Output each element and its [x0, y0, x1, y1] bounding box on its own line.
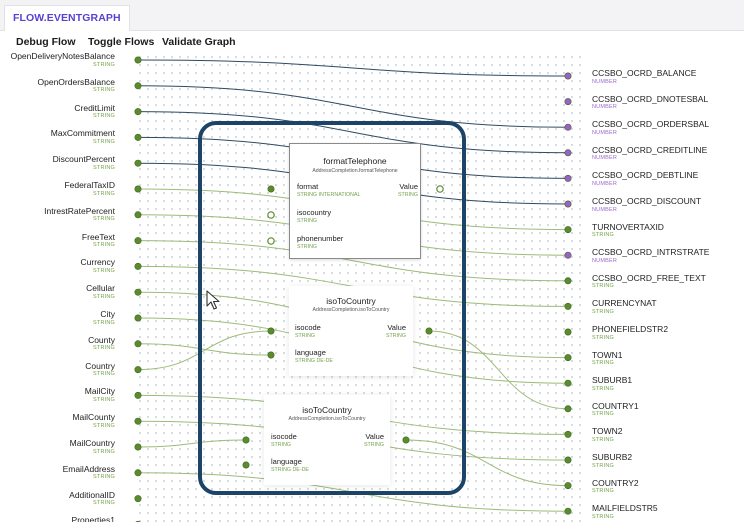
port-dots: [134, 56, 572, 522]
target-port-dot: [564, 507, 572, 515]
node-port-dot: [425, 327, 433, 335]
mouse-pointer-icon: [206, 290, 220, 310]
node-port-dot: [267, 327, 275, 335]
target-port-dot: [564, 98, 572, 106]
target-port-dot: [564, 200, 572, 208]
source-port-dot: [134, 417, 142, 425]
source-port-dot: [134, 443, 142, 451]
node-port-dot: [267, 351, 275, 359]
node-port-dot: [242, 436, 250, 444]
target-port-dot: [564, 251, 572, 259]
node-port-dot: [402, 436, 410, 444]
source-port-dot: [134, 288, 142, 296]
node-port-dot: [436, 185, 444, 193]
target-port-dot: [564, 149, 572, 157]
node-port-dot: [267, 237, 275, 245]
target-port-dot: [564, 482, 572, 490]
target-port-dot: [564, 226, 572, 234]
target-port-dot: [564, 456, 572, 464]
source-port-dot: [134, 262, 142, 270]
source-port-dot: [134, 237, 142, 245]
node-port-dot: [267, 211, 275, 219]
node-port-dot: [242, 461, 250, 469]
source-port-dot: [134, 366, 142, 374]
target-port-dot: [564, 174, 572, 182]
target-port-dot: [564, 72, 572, 80]
target-port-dot: [564, 354, 572, 362]
source-port-dot: [134, 56, 142, 64]
toolbar: Debug Flow Toggle Flows Validate Graph: [0, 31, 744, 54]
toggle-flows-button[interactable]: Toggle Flows: [88, 36, 154, 48]
graph-canvas[interactable]: OpenDeliveryNotesBalance STRING OpenOrders…: [0, 53, 744, 522]
source-port-dot: [134, 495, 142, 503]
source-port-dot: [134, 185, 142, 193]
node-port-dot: [267, 185, 275, 193]
source-port-dot: [134, 82, 142, 90]
source-port-dot: [134, 314, 142, 322]
source-port-dot: [134, 133, 142, 141]
source-port-dot: [134, 108, 142, 116]
target-port-dot: [564, 302, 572, 310]
target-port-dot: [564, 430, 572, 438]
target-port-dot: [564, 405, 572, 413]
target-port-dot: [564, 328, 572, 336]
source-port-dot: [134, 340, 142, 348]
target-port-dot: [564, 277, 572, 285]
source-port-dot: [134, 159, 142, 167]
target-port-dot: [564, 123, 572, 131]
validate-graph-button[interactable]: Validate Graph: [162, 36, 236, 48]
source-port-dot: [134, 211, 142, 219]
debug-flow-button[interactable]: Debug Flow: [16, 36, 76, 48]
tab-flow-eventgraph[interactable]: FLOW.EVENTGRAPH: [4, 5, 130, 31]
source-port-dot: [134, 469, 142, 477]
tab-bar: FLOW.EVENTGRAPH: [0, 0, 744, 31]
target-port-dot: [564, 379, 572, 387]
source-port-dot: [134, 391, 142, 399]
